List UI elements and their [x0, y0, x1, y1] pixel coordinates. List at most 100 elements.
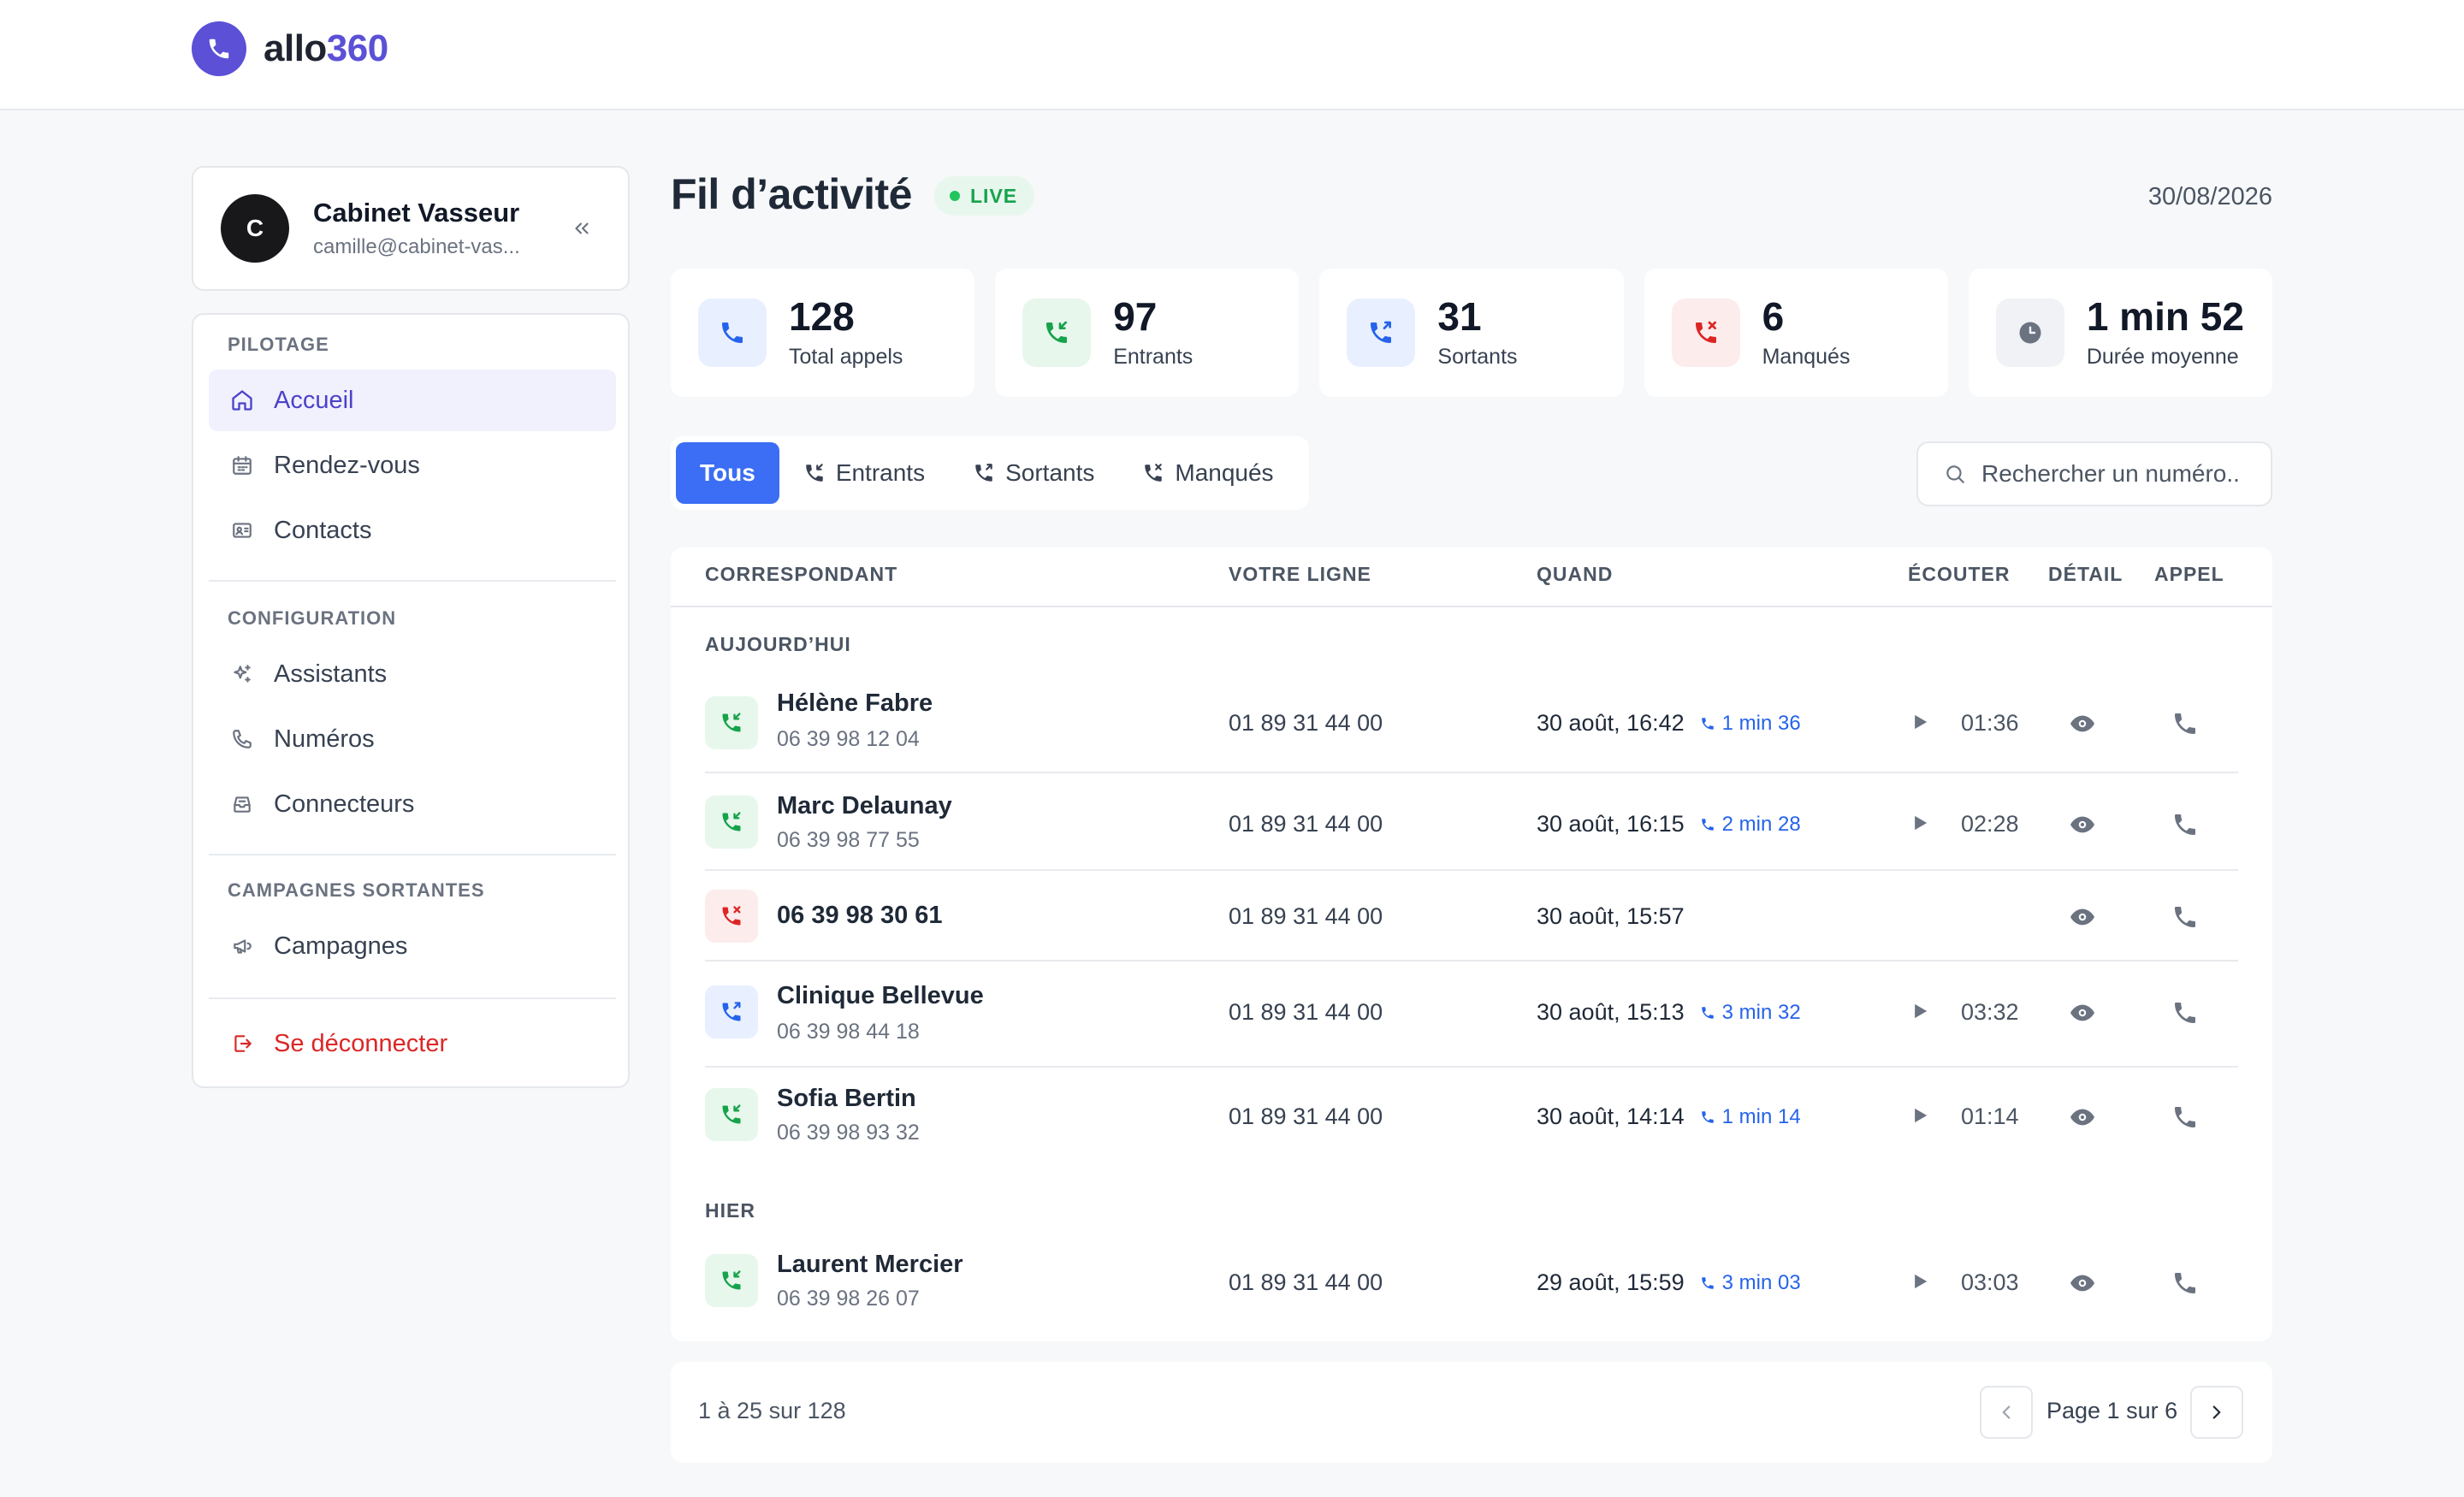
tab-missed[interactable]: Manqués: [1118, 442, 1297, 504]
play-button[interactable]: [1908, 1104, 1932, 1127]
clock-icon: [1995, 299, 2064, 367]
call-duration-value: 3 min 03: [1721, 1270, 1801, 1294]
phone-incoming-icon: [803, 462, 826, 484]
app-logo[interactable]: allo360: [192, 21, 388, 76]
stat-label: Entrants: [1113, 344, 1194, 369]
table-row[interactable]: Laurent Mercier 06 39 98 26 07 01 89 31 …: [705, 1237, 2238, 1333]
audio-duration: 03:03: [1961, 1269, 2019, 1295]
phone-icon: [2175, 814, 2195, 835]
stat-label: Durée moyenne: [2086, 344, 2239, 369]
tab-incoming[interactable]: Entrants: [779, 442, 949, 504]
call-duration-value: 3 min 32: [1721, 1000, 1801, 1024]
table-row[interactable]: Clinique Bellevue 06 39 98 44 18 01 89 3…: [705, 963, 2238, 1068]
call-duration: 2 min 28: [1700, 813, 1801, 837]
live-dot: [950, 191, 960, 201]
call-duration-value: 1 min 14: [1721, 1104, 1801, 1128]
stat-missed: 6 Manqués: [1644, 269, 1948, 397]
logout-button[interactable]: Se déconnecter: [209, 1013, 616, 1074]
column-header-correspondant[interactable]: CORRESPONDANT: [705, 563, 897, 586]
sidebar-nav: PILOTAGE Accueil Rendez-vous Contacts CO…: [192, 313, 630, 1088]
app-name-suffix: 360: [326, 27, 388, 69]
call-back-button[interactable]: [2171, 1104, 2199, 1135]
stat-total-calls: 128 Total appels: [671, 269, 975, 397]
collapse-sidebar-button[interactable]: [563, 210, 601, 247]
stat-value: 128: [789, 293, 855, 339]
eye-icon: [2070, 816, 2094, 833]
audio-duration: 01:36: [1961, 710, 2019, 736]
sidebar-item-campagnes[interactable]: Campagnes: [209, 915, 616, 977]
live-label: LIVE: [970, 184, 1018, 207]
call-when: 30 août, 15:13: [1537, 999, 1685, 1025]
table-header: CORRESPONDANT VOTRE LIGNE QUAND ÉCOUTER …: [671, 547, 2272, 607]
next-page-button[interactable]: [2190, 1386, 2243, 1439]
sidebar-item-rendez-vous[interactable]: Rendez-vous: [209, 435, 616, 496]
live-badge: LIVE: [934, 176, 1035, 216]
logout-icon: [229, 1031, 255, 1056]
view-detail-button[interactable]: [2069, 903, 2096, 935]
app-name-prefix: allo: [264, 27, 327, 69]
phone-incoming-icon: [705, 1254, 758, 1307]
phone-icon: [698, 299, 767, 367]
sidebar-item-contacts[interactable]: Contacts: [209, 500, 616, 561]
table-row[interactable]: Hélène Fabre 06 39 98 12 04 01 89 31 44 …: [705, 677, 2238, 773]
column-header-appel: APPEL: [2154, 563, 2224, 585]
sidebar-item-label: Connecteurs: [274, 790, 415, 818]
tab-outgoing[interactable]: Sortants: [949, 442, 1118, 504]
stat-label: Manqués: [1762, 344, 1851, 369]
page-indicator: Page 1 sur 6: [2046, 1398, 2178, 1423]
play-button[interactable]: [1908, 710, 1932, 734]
play-button[interactable]: [1908, 999, 1932, 1023]
view-detail-button[interactable]: [2069, 710, 2096, 742]
call-back-button[interactable]: [2171, 710, 2199, 742]
phone-missed-icon: [1671, 299, 1740, 367]
inbox-icon: [229, 791, 255, 817]
phone-icon: [229, 726, 255, 752]
stat-value: 1 min 52: [2086, 293, 2244, 339]
view-detail-button[interactable]: [2069, 999, 2096, 1031]
tab-label: Tous: [700, 459, 755, 486]
sidebar-item-label: Numéros: [274, 725, 375, 753]
column-header-quand[interactable]: QUAND: [1537, 563, 1613, 586]
call-duration-value: 2 min 28: [1721, 812, 1801, 836]
call-back-button[interactable]: [2171, 903, 2199, 935]
sidebar-item-assistants[interactable]: Assistants: [209, 643, 616, 705]
call-back-button[interactable]: [2171, 811, 2199, 843]
call-back-button[interactable]: [2171, 999, 2199, 1031]
tab-all[interactable]: Tous: [676, 442, 779, 504]
line-number: 01 89 31 44 00: [1229, 710, 1383, 736]
contact-number: 06 39 98 93 32: [777, 1121, 920, 1145]
eye-icon: [2070, 715, 2094, 732]
stat-incoming: 97 Entrants: [995, 269, 1300, 397]
phone-icon: [1701, 1006, 1714, 1019]
contact-number: 06 39 98 77 55: [777, 828, 920, 852]
view-detail-button[interactable]: [2069, 1269, 2096, 1301]
call-back-button[interactable]: [2171, 1269, 2199, 1301]
sidebar-item-accueil[interactable]: Accueil: [209, 370, 616, 431]
search-input[interactable]: [1981, 460, 2264, 488]
sidebar-item-connecteurs[interactable]: Connecteurs: [209, 773, 616, 835]
phone-icon: [192, 21, 246, 76]
sidebar-item-label: Accueil: [274, 386, 354, 414]
table-row[interactable]: Marc Delaunay 06 39 98 77 55 01 89 31 44…: [705, 775, 2238, 871]
sidebar-item-numeros[interactable]: Numéros: [209, 708, 616, 770]
play-icon: [1915, 1108, 1928, 1123]
table-row[interactable]: Sofia Bertin 06 39 98 93 32 01 89 31 44 …: [705, 1069, 2238, 1165]
phone-icon: [2175, 713, 2195, 734]
phone-icon: [1701, 1110, 1714, 1123]
page-title: Fil d’activité: [671, 170, 912, 218]
view-detail-button[interactable]: [2069, 1104, 2096, 1135]
tab-label: Sortants: [1005, 459, 1095, 486]
previous-page-button[interactable]: [1980, 1386, 2033, 1439]
play-button[interactable]: [1908, 811, 1932, 835]
view-detail-button[interactable]: [2069, 811, 2096, 843]
play-icon: [1915, 815, 1928, 831]
eye-icon: [2070, 1275, 2094, 1292]
audio-duration: 01:14: [1961, 1104, 2019, 1129]
contact-name: Laurent Mercier: [777, 1251, 963, 1278]
play-icon: [1915, 714, 1928, 730]
call-time: 30 août, 15:13 3 min 32: [1537, 999, 1801, 1026]
play-button[interactable]: [1908, 1269, 1932, 1293]
column-header-ligne[interactable]: VOTRE LIGNE: [1229, 563, 1371, 586]
table-row[interactable]: 06 39 98 30 61 01 89 31 44 00 30 août, 1…: [705, 873, 2238, 962]
result-count: 1 à 25 sur 128: [698, 1398, 846, 1423]
